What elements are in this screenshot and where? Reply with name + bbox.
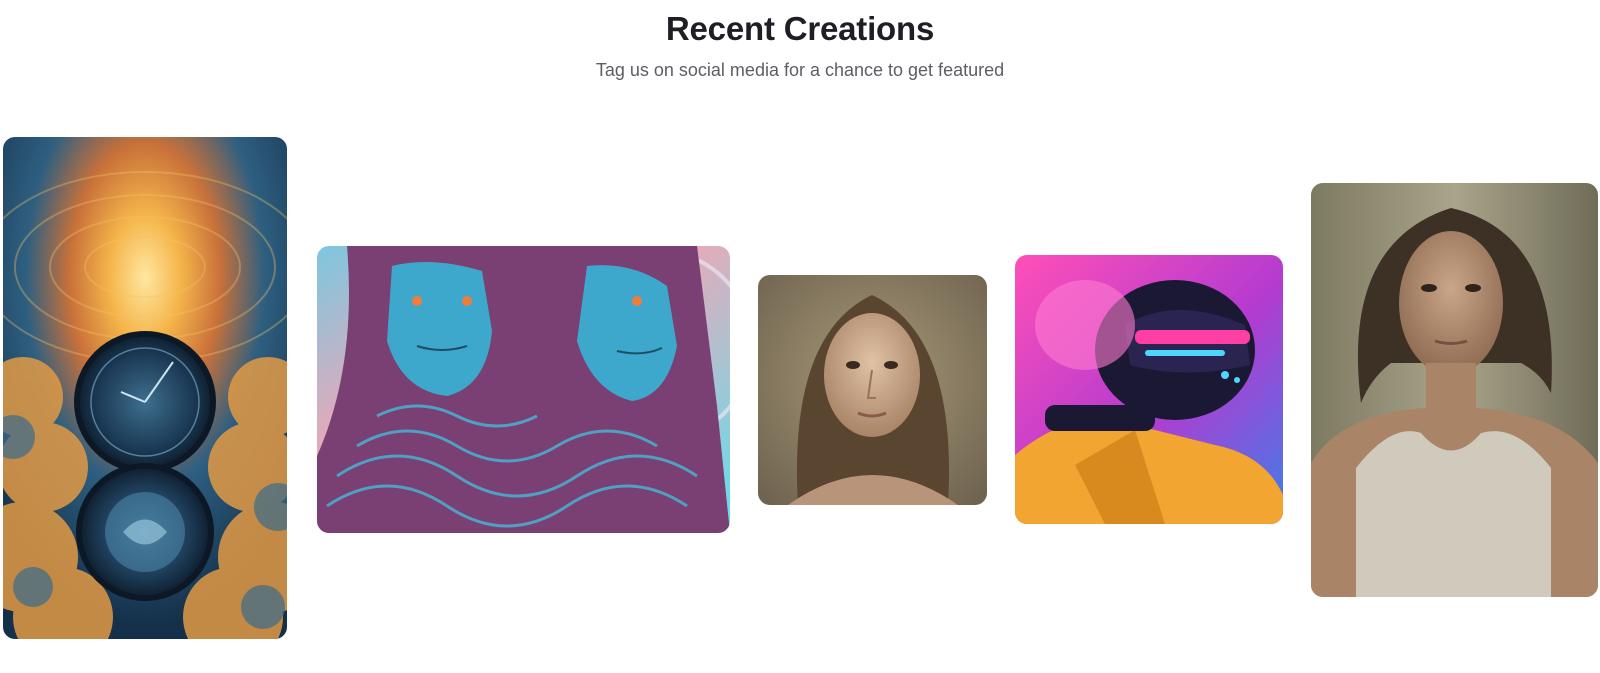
gallery-artwork: [1311, 183, 1598, 597]
gallery-artwork: [758, 275, 987, 505]
section-subtitle: Tag us on social media for a chance to g…: [595, 60, 1005, 80]
recent-creations-section: Recent Creations Tag us on social media …: [0, 0, 1600, 673]
section-title: Recent Creations: [665, 10, 935, 47]
gallery-image-painted-woman[interactable]: [1311, 183, 1598, 597]
gallery-artwork: [1015, 255, 1283, 524]
gallery-image-hourglass[interactable]: [3, 137, 287, 639]
gallery-artwork: [3, 137, 287, 639]
gallery-image-astronaut[interactable]: [1015, 255, 1283, 524]
gallery-artwork: [317, 246, 730, 533]
gallery-image-blue-figures[interactable]: [317, 246, 730, 533]
gallery-image-portrait-woman[interactable]: [758, 275, 987, 505]
